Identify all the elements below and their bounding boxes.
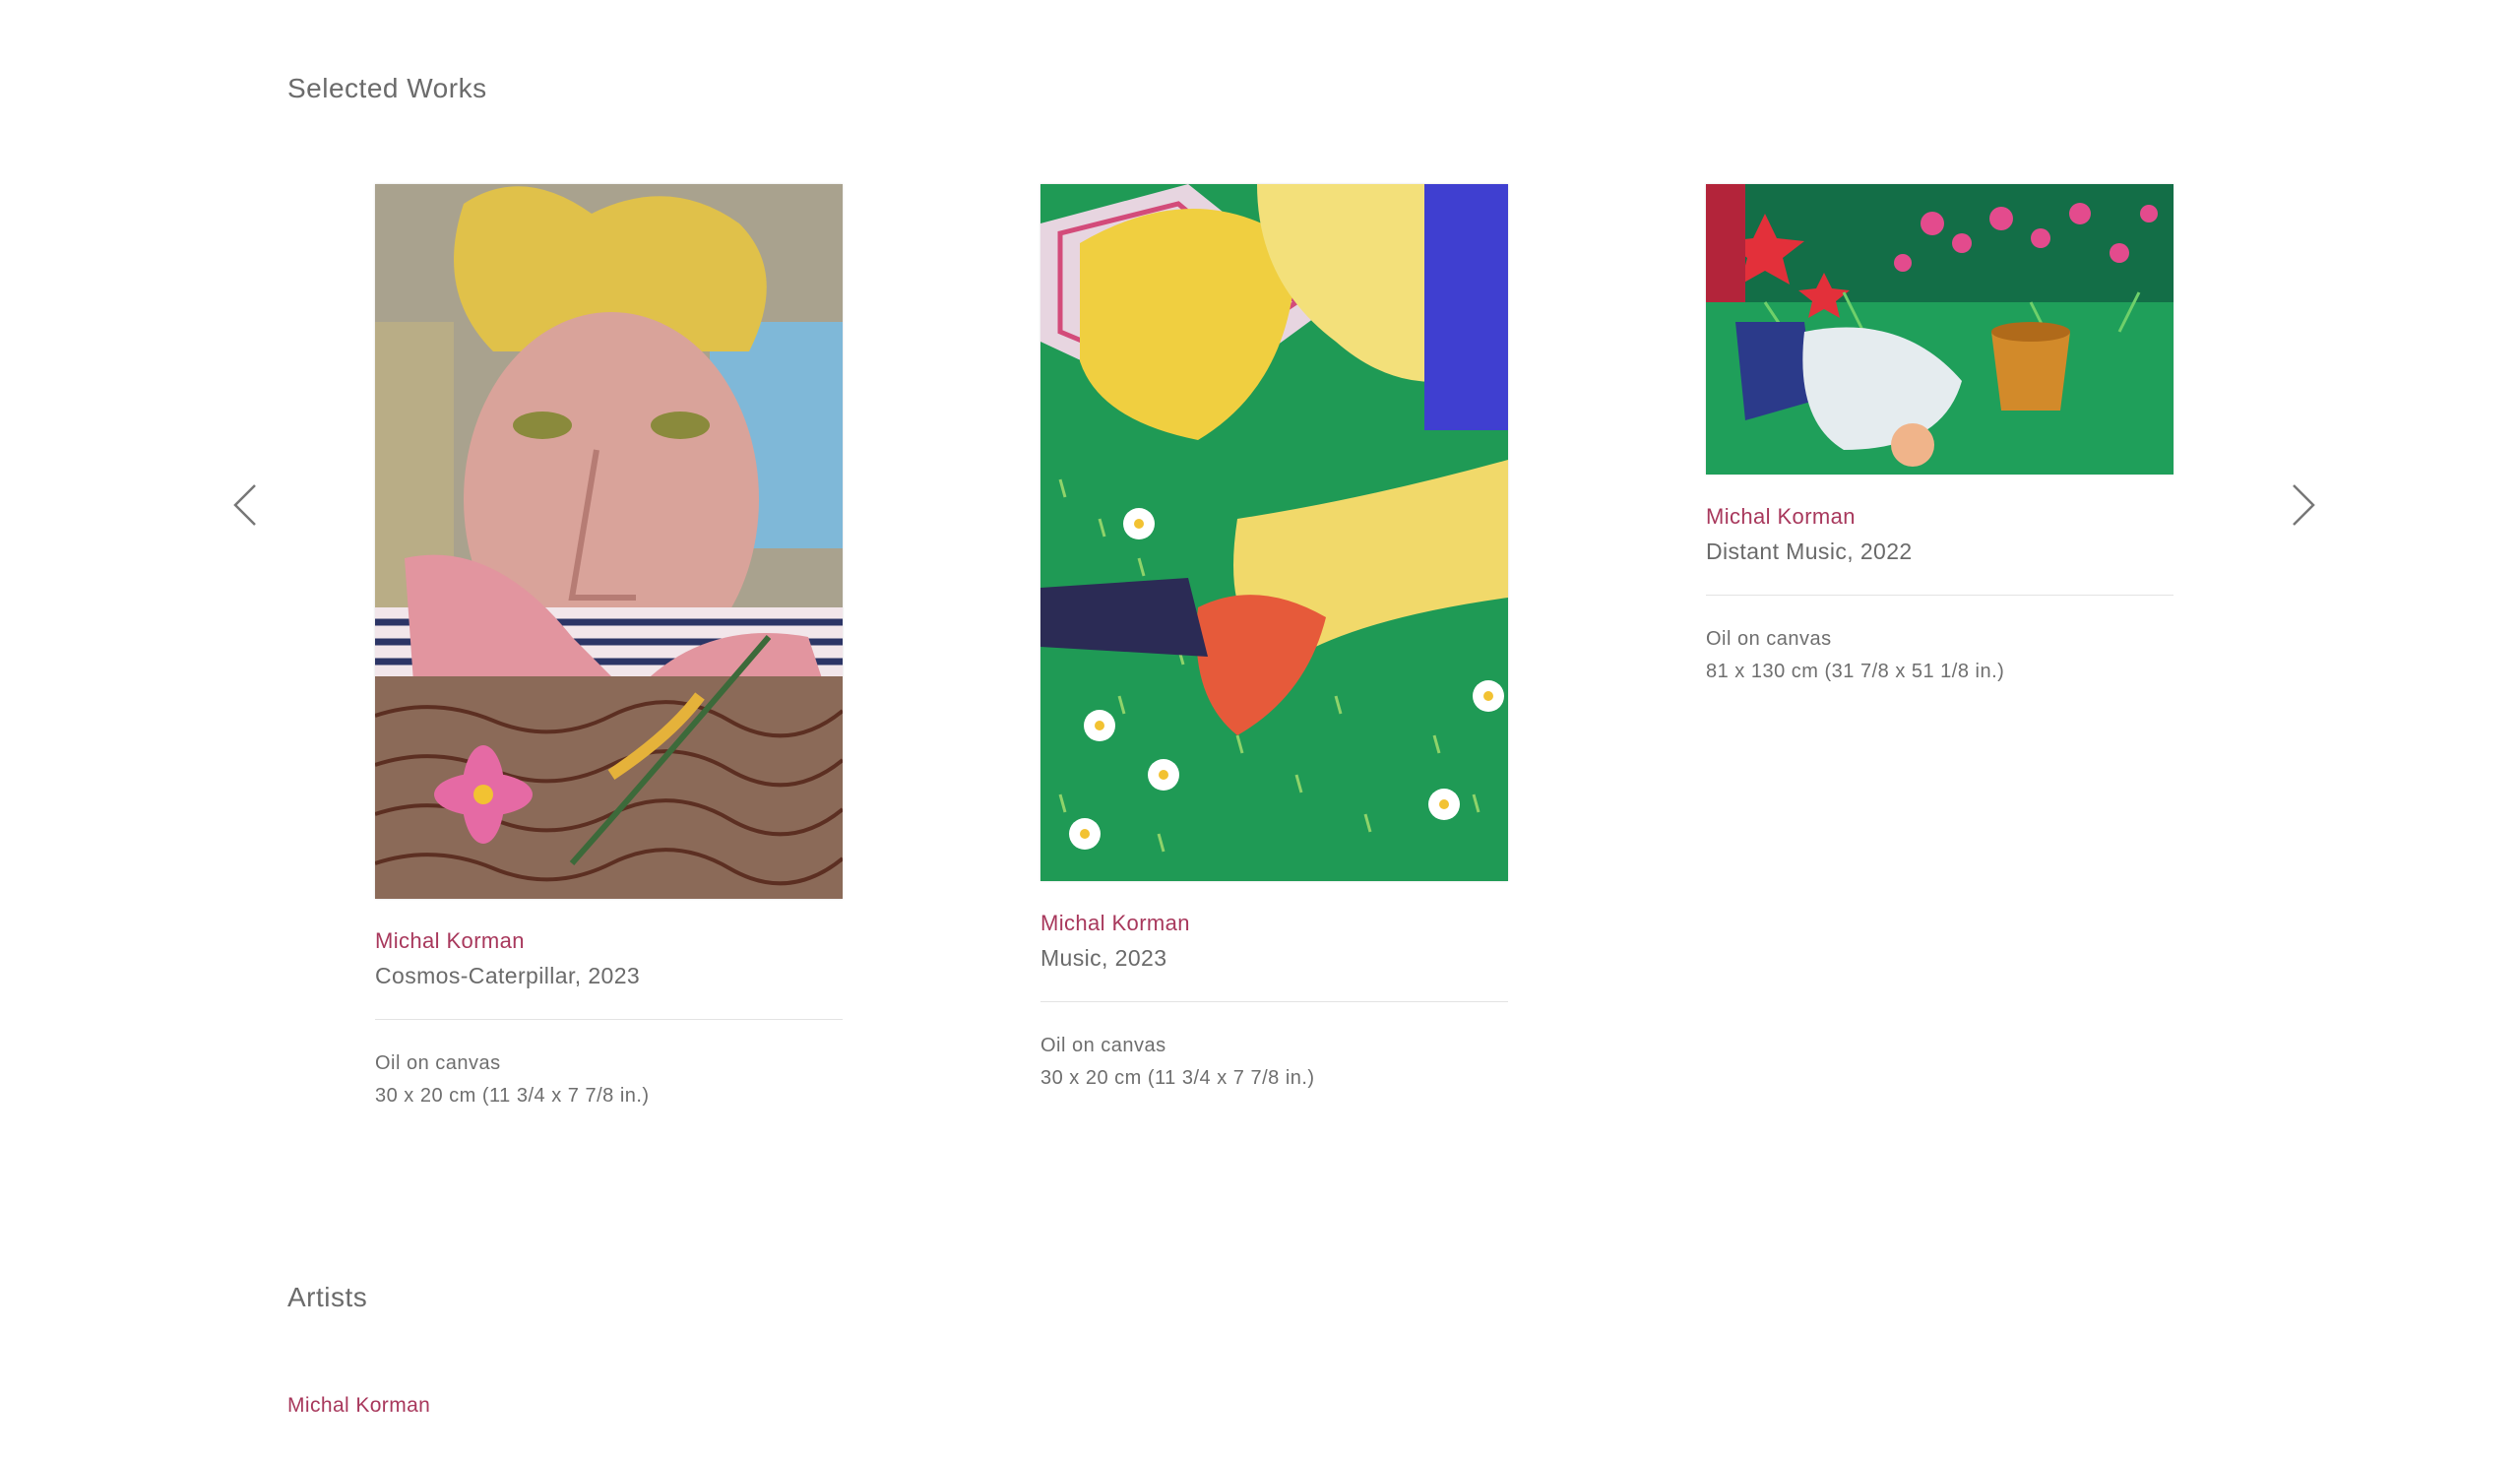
artist-link-michal-korman[interactable]: Michal Korman xyxy=(287,1394,430,1418)
artwork-title: Distant Music, 2022 xyxy=(1706,539,1913,564)
chevron-left-icon xyxy=(231,482,259,533)
artists-heading: Artists xyxy=(287,1282,368,1312)
artwork-title: Cosmos-Caterpillar, 2023 xyxy=(375,963,641,988)
chevron-right-icon xyxy=(2290,482,2317,533)
artwork-dimensions: 30 x 20 cm (11 3/4 x 7 7/8 in.) xyxy=(375,1085,650,1107)
artwork-artist-link[interactable]: Michal Korman xyxy=(375,928,843,954)
artwork-artist-link[interactable]: Michal Korman xyxy=(1040,911,1508,936)
artwork-image-distant-music[interactable] xyxy=(1706,184,2174,475)
artwork-image-music[interactable] xyxy=(1040,184,1508,881)
artwork-card: Michal Korman Music, 2023 Oil on canvas … xyxy=(1040,184,1508,1095)
carousel-prev-button[interactable] xyxy=(220,473,270,541)
divider xyxy=(1706,595,2174,596)
selected-works-heading: Selected Works xyxy=(287,73,487,103)
artwork-artist-link[interactable]: Michal Korman xyxy=(1706,504,2174,530)
artwork-dimensions: 30 x 20 cm (11 3/4 x 7 7/8 in.) xyxy=(1040,1067,1315,1089)
divider xyxy=(375,1019,843,1020)
carousel-next-button[interactable] xyxy=(2279,473,2328,541)
artwork-medium: Oil on canvas xyxy=(1706,628,1832,650)
artwork-image-cosmos-caterpillar[interactable] xyxy=(375,184,843,899)
artwork-card: Michal Korman Cosmos-Caterpillar, 2023 O… xyxy=(375,184,843,1112)
artwork-card: Michal Korman Distant Music, 2022 Oil on… xyxy=(1706,184,2174,688)
artwork-medium: Oil on canvas xyxy=(1040,1035,1166,1056)
divider xyxy=(1040,1001,1508,1002)
artwork-title: Music, 2023 xyxy=(1040,945,1167,971)
artwork-dimensions: 81 x 130 cm (31 7/8 x 51 1/8 in.) xyxy=(1706,661,2005,682)
artwork-medium: Oil on canvas xyxy=(375,1052,501,1074)
